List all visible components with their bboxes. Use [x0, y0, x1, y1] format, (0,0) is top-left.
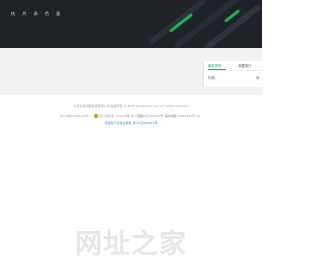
footer-icp-left[interactable]: 京ICP备19030420号	[60, 114, 89, 118]
panel-row-label: 换:	[256, 76, 261, 80]
page: 快 共 调 色 量 最新发布 收藏排行 标题: 换: 北京某某网络科技有限公司 …	[0, 0, 263, 262]
tab-favorites[interactable]: 收藏排行	[238, 63, 252, 68]
footer-report-link[interactable]: 违法和不良信息举报 京ICP证050011号	[0, 121, 262, 125]
panel-row-label: 标题:	[208, 76, 216, 80]
tab-latest[interactable]: 最新发布	[208, 63, 222, 68]
footer-copyright: 北京某某网络科技有限公司 版权所有 © 2024 zhiwebsite.com …	[73, 104, 189, 108]
police-badge-icon	[94, 114, 98, 118]
side-panel: 最新发布 收藏排行 标题: 换:	[203, 61, 263, 87]
decorative-stripe	[203, 3, 262, 48]
footer-registration-row: 京ICP备19030420号 京公网安备 110105号(京公安备) 京ICP证…	[60, 114, 202, 120]
footer-icp-right[interactable]: 京ICP备19030441号-19	[166, 114, 200, 118]
hero-banner: 快 共 调 色 量	[0, 0, 262, 48]
watermark-logo: 网址之家	[75, 229, 187, 260]
panel-tabs: 最新发布 收藏排行	[204, 61, 263, 71]
active-tab-indicator	[208, 69, 226, 70]
hero-tagline: 快 共 调 色 量	[11, 11, 64, 16]
